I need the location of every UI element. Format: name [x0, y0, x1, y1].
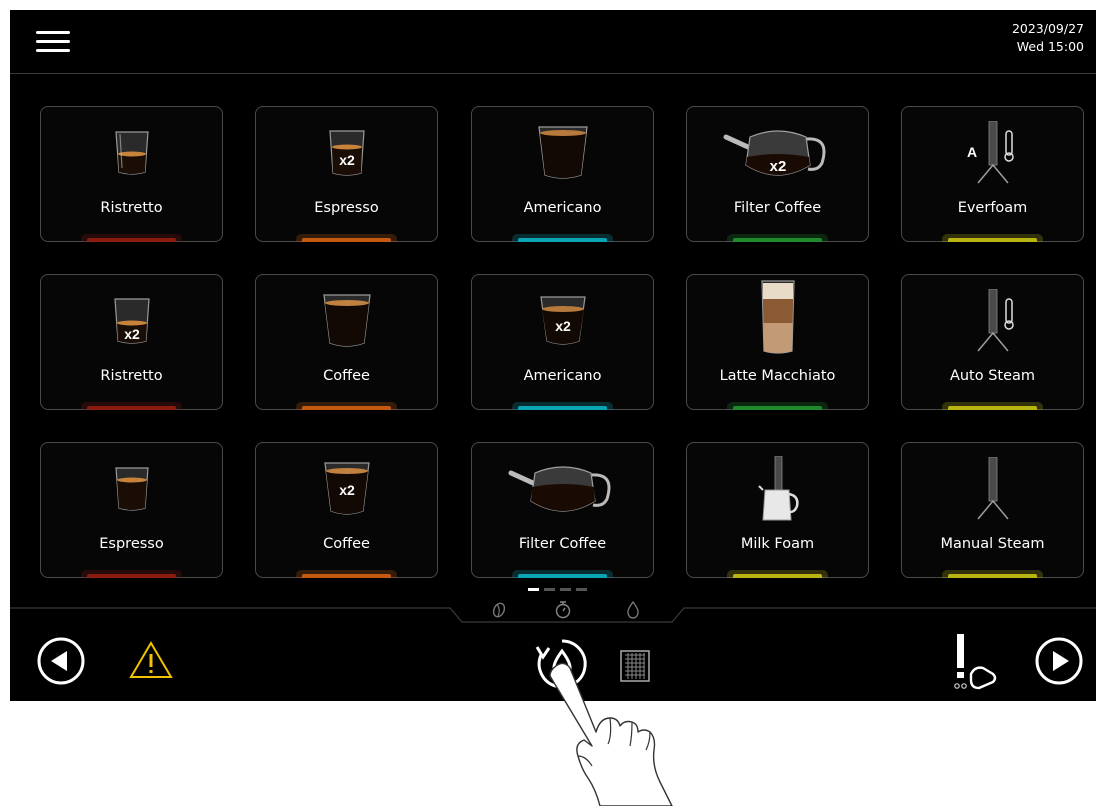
date-time: 2023/09/27 Wed 15:00: [1012, 20, 1084, 56]
tile-manual-steam[interactable]: Manual Steam: [901, 442, 1084, 578]
auto-steam-wand-icon: [902, 289, 1083, 353]
tile-label: Manual Steam: [940, 536, 1045, 552]
top-divider: [10, 73, 1096, 74]
tile-accent-bar: [87, 238, 176, 242]
tile-label: Latte Macchiato: [719, 368, 836, 384]
tile-latte-macchiato[interactable]: Latte Macchiato: [686, 274, 869, 410]
tile-coffee-double[interactable]: x2 Coffee: [255, 442, 438, 578]
espresso-glass-icon: [41, 457, 222, 521]
double-badge: x2: [339, 482, 355, 498]
machine-screen: 2023/09/27 Wed 15:00 Ristretto x2 Espres…: [10, 10, 1096, 701]
everfoam-steam-wand-icon: A: [902, 121, 1083, 185]
page-dot: [544, 588, 555, 591]
tile-accent-bar: [302, 238, 391, 242]
tile-filter-coffee[interactable]: Filter Coffee: [471, 442, 654, 578]
tile-accent-bar: [733, 574, 822, 578]
double-badge: x2: [339, 152, 355, 168]
espresso-double-glass-icon: x2: [256, 121, 437, 185]
tile-label: Espresso: [99, 536, 164, 552]
tile-espresso[interactable]: Espresso: [40, 442, 223, 578]
timer-icon: [555, 601, 571, 619]
tile-accent-bar: [948, 238, 1037, 242]
tile-label: Ristretto: [100, 200, 163, 216]
tile-label: Coffee: [323, 368, 370, 384]
tile-milk-foam[interactable]: Milk Foam: [686, 442, 869, 578]
tile-accent-bar: [948, 574, 1037, 578]
latte-macchiato-glass-icon: [687, 280, 868, 354]
coffee-glass-icon: [256, 289, 437, 353]
tile-coffee[interactable]: Coffee: [255, 274, 438, 410]
tile-accent-bar: [302, 574, 391, 578]
manual-steam-wand-icon: [902, 457, 1083, 521]
prev-arrow-icon[interactable]: [37, 637, 85, 685]
page-dot: [560, 588, 571, 591]
double-badge: x2: [555, 318, 571, 334]
date-text: 2023/09/27: [1011, 21, 1084, 36]
ristretto-glass-icon: [41, 121, 222, 185]
tile-filter-coffee-double[interactable]: x2 Filter Coffee: [686, 106, 869, 242]
tile-accent-bar: [733, 406, 822, 410]
next-arrow-icon[interactable]: [1035, 637, 1083, 685]
tile-accent-bar: [733, 238, 822, 242]
pointing-hand-icon: [549, 662, 673, 806]
tile-ristretto[interactable]: Ristretto: [40, 106, 223, 242]
tile-accent-bar: [302, 406, 391, 410]
auto-badge: A: [966, 144, 976, 160]
tile-label: Coffee: [323, 536, 370, 552]
tile-americano[interactable]: Americano: [471, 106, 654, 242]
coffee-bean-icon: [492, 602, 506, 618]
tile-espresso-double[interactable]: x2 Espresso: [255, 106, 438, 242]
tile-label: Americano: [523, 200, 602, 216]
tile-label: Auto Steam: [949, 368, 1036, 384]
tile-accent-bar: [518, 406, 607, 410]
water-drop-icon: [627, 600, 639, 619]
coffee-double-glass-icon: x2: [256, 457, 437, 521]
tile-label: Filter Coffee: [518, 536, 607, 552]
americano-glass-icon: [472, 121, 653, 185]
ristretto-double-glass-icon: x2: [41, 289, 222, 353]
page-dot: [576, 588, 587, 591]
tile-ristretto-double[interactable]: x2 Ristretto: [40, 274, 223, 410]
filter-coffee-pot-double-icon: x2: [687, 121, 868, 185]
tile-accent-bar: [948, 406, 1037, 410]
day-time-text: Wed 15:00: [1016, 39, 1084, 54]
tile-label: Everfoam: [957, 200, 1028, 216]
tile-accent-bar: [518, 238, 607, 242]
warning-icon[interactable]: [128, 640, 174, 680]
filter-coffee-pot-icon: [472, 457, 653, 521]
menu-icon[interactable]: [36, 28, 70, 58]
tile-auto-steam[interactable]: Auto Steam: [901, 274, 1084, 410]
tile-americano-double[interactable]: x2 Americano: [471, 274, 654, 410]
tile-accent-bar: [87, 574, 176, 578]
americano-double-glass-icon: x2: [472, 289, 653, 353]
cleaning-icon[interactable]: [945, 630, 1005, 690]
mode-icons: [478, 600, 648, 626]
top-bar: 2023/09/27 Wed 15:00: [10, 10, 1096, 74]
tile-label: Milk Foam: [740, 536, 815, 552]
tile-accent-bar: [518, 574, 607, 578]
page-indicator: [528, 588, 587, 591]
milk-foam-pitcher-icon: [687, 456, 868, 521]
tile-label: Ristretto: [100, 368, 163, 384]
double-badge: x2: [769, 158, 786, 175]
tile-everfoam[interactable]: A Everfoam: [901, 106, 1084, 242]
tile-accent-bar: [87, 406, 176, 410]
tile-label: Filter Coffee: [733, 200, 822, 216]
page-dot-active: [528, 588, 539, 591]
double-badge: x2: [124, 326, 140, 342]
tile-label: Americano: [523, 368, 602, 384]
tile-label: Espresso: [314, 200, 379, 216]
